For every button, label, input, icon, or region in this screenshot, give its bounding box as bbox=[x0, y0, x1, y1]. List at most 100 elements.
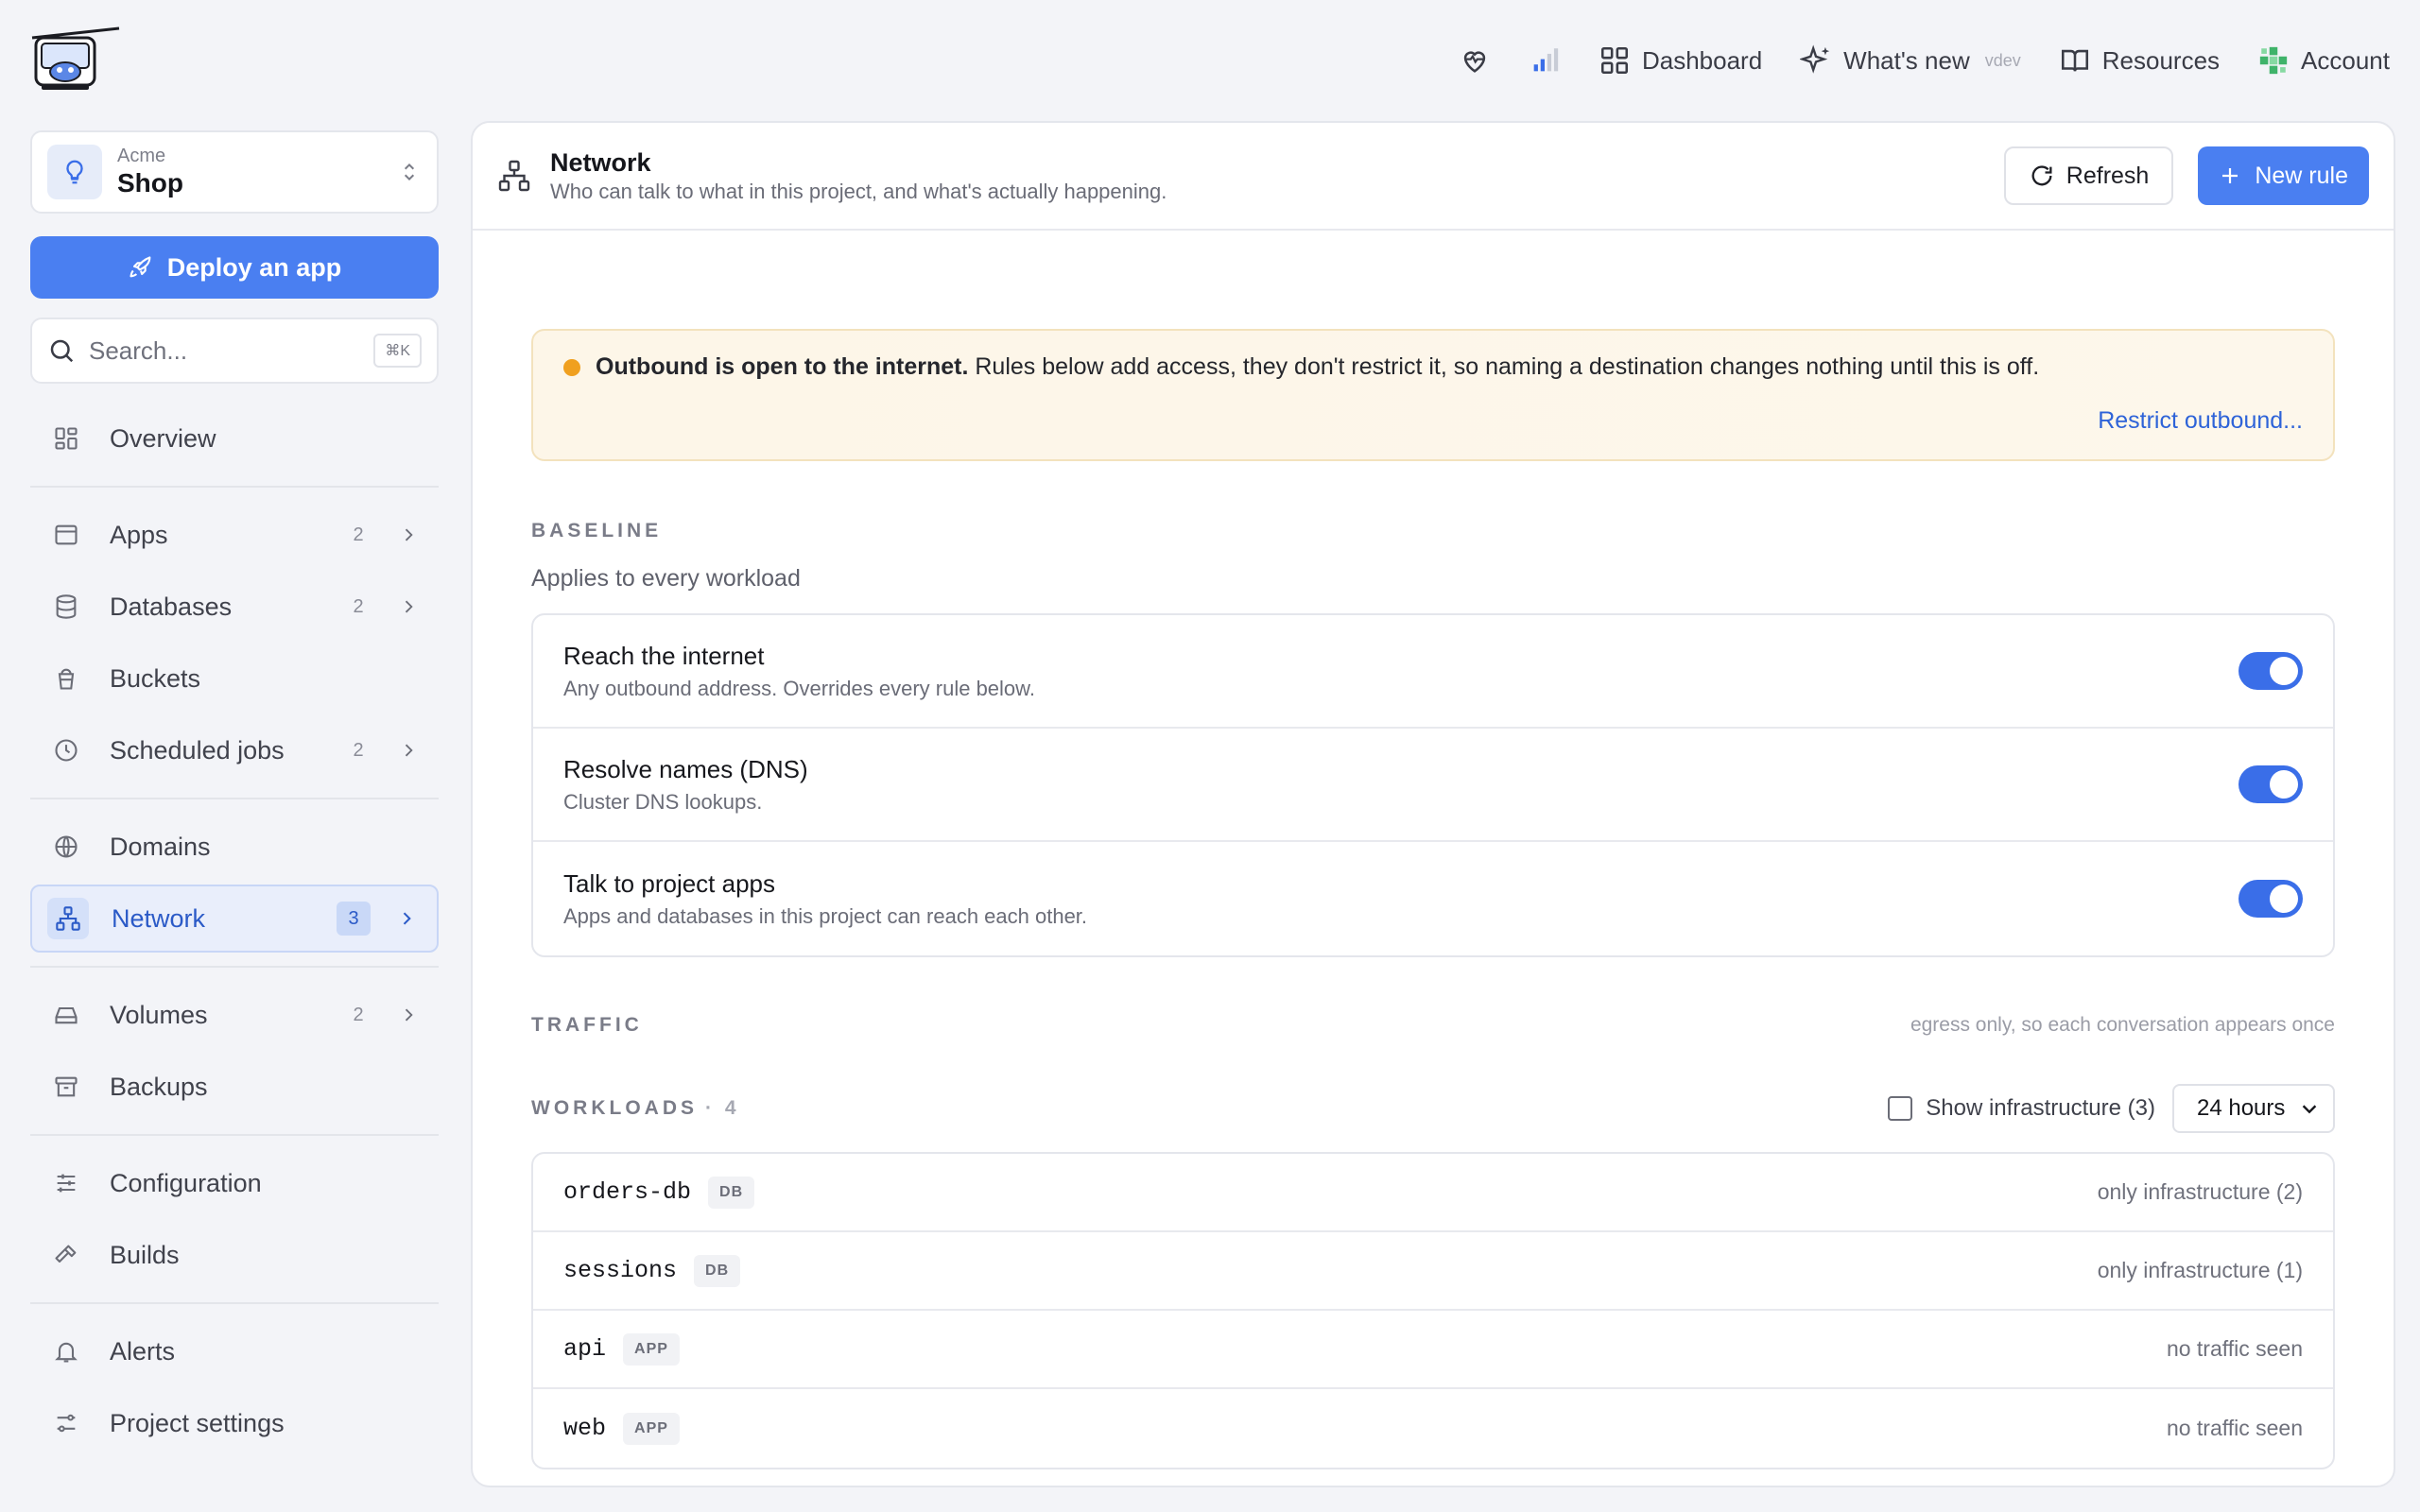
show-infrastructure-checkbox[interactable]: Show infrastructure (3) bbox=[1888, 1095, 2155, 1122]
search-input[interactable]: Search... ⌘K bbox=[30, 318, 439, 384]
page-content: Outbound is open to the internet. Rules … bbox=[473, 329, 2394, 1469]
dns-toggle[interactable] bbox=[2238, 765, 2303, 803]
workload-row[interactable]: api APP no traffic seen bbox=[533, 1311, 2333, 1389]
sidebar-item-label: Builds bbox=[110, 1240, 180, 1269]
page-header: Network Who can talk to what in this pro… bbox=[473, 123, 2394, 231]
health-link[interactable] bbox=[1459, 44, 1491, 77]
baseline-section-label: BASELINE bbox=[531, 520, 663, 541]
workload-type-badge: APP bbox=[623, 1412, 680, 1445]
refresh-icon bbox=[2031, 165, 2052, 186]
chevron-down-icon bbox=[2302, 1105, 2317, 1114]
time-range-value: 24 hours bbox=[2197, 1095, 2286, 1121]
new-rule-label: New rule bbox=[2255, 162, 2348, 189]
globe-icon bbox=[55, 835, 78, 858]
workloads-list: orders-db DB only infrastructure (2) ses… bbox=[531, 1152, 2335, 1469]
app-logo[interactable] bbox=[28, 26, 123, 94]
workload-name: web bbox=[563, 1415, 607, 1442]
sidebar-item-domains[interactable]: Domains bbox=[30, 813, 439, 881]
chevron-right-icon bbox=[405, 1008, 413, 1022]
divider bbox=[30, 1134, 439, 1136]
baseline-row-project-apps: Talk to project apps Apps and databases … bbox=[533, 842, 2333, 955]
chevron-right-icon bbox=[403, 912, 411, 925]
sidebar-item-label: Databases bbox=[110, 592, 233, 621]
search-placeholder: Search... bbox=[89, 335, 188, 365]
baseline-row-title: Talk to project apps bbox=[563, 869, 776, 898]
sidebar-item-overview[interactable]: Overview bbox=[30, 404, 439, 472]
page-title: Network bbox=[550, 148, 651, 177]
resources-link[interactable]: Resources bbox=[2059, 44, 2220, 77]
project-apps-toggle[interactable] bbox=[2238, 880, 2303, 918]
project-switcher[interactable]: Acme Shop bbox=[30, 130, 439, 214]
sidebar-item-buckets[interactable]: Buckets bbox=[30, 644, 439, 713]
warning-title: Outbound is open to the internet. bbox=[596, 353, 969, 380]
baseline-row-dns: Resolve names (DNS) Cluster DNS lookups. bbox=[533, 729, 2333, 842]
sidebar-item-label: Buckets bbox=[110, 663, 201, 693]
chevron-right-icon bbox=[405, 600, 413, 613]
database-icon bbox=[56, 594, 77, 619]
top-navigation: Dashboard What's new vdev Resources Acco… bbox=[1421, 40, 2390, 81]
sidebar-item-scheduled-jobs[interactable]: Scheduled jobs 2 bbox=[30, 716, 439, 784]
account-link[interactable]: Account bbox=[2257, 44, 2390, 77]
sidebar-item-count: 2 bbox=[353, 524, 364, 545]
sidebar-item-count: 2 bbox=[353, 595, 364, 617]
hammer-icon bbox=[55, 1245, 77, 1263]
chevron-up-down-icon bbox=[404, 163, 415, 180]
dashboard-link[interactable]: Dashboard bbox=[1599, 44, 1762, 77]
sidebar-item-configuration[interactable]: Configuration bbox=[30, 1149, 439, 1217]
refresh-label: Refresh bbox=[2066, 162, 2150, 189]
sidebar-item-label: Configuration bbox=[110, 1168, 262, 1197]
version-label: vdev bbox=[1984, 50, 2021, 70]
sidebar-item-backups[interactable]: Backups bbox=[30, 1053, 439, 1121]
sidebar-item-builds[interactable]: Builds bbox=[30, 1221, 439, 1289]
workload-row[interactable]: orders-db DB only infrastructure (2) bbox=[533, 1154, 2333, 1232]
deploy-app-label: Deploy an app bbox=[166, 252, 342, 282]
sidebar-item-label: Alerts bbox=[110, 1336, 176, 1366]
workload-status: only infrastructure (2) bbox=[2097, 1179, 2303, 1204]
window-icon bbox=[55, 524, 78, 545]
workload-status: only infrastructure (1) bbox=[2097, 1258, 2303, 1282]
bell-icon bbox=[55, 1342, 78, 1363]
traffic-header: TRAFFIC egress only, so each conversatio… bbox=[531, 1014, 2335, 1037]
signal-link[interactable] bbox=[1529, 44, 1561, 77]
workload-row[interactable]: sessions DB only infrastructure (1) bbox=[533, 1232, 2333, 1311]
workload-type-badge: DB bbox=[708, 1176, 755, 1209]
time-range-select[interactable]: 24 hours bbox=[2172, 1084, 2335, 1133]
sidebar-item-label: Project settings bbox=[110, 1408, 285, 1437]
baseline-toggles: Reach the internet Any outbound address.… bbox=[531, 613, 2335, 957]
sidebar-item-volumes[interactable]: Volumes 2 bbox=[30, 981, 439, 1049]
sidebar-item-label: Backups bbox=[110, 1072, 208, 1101]
sidebar-item-label: Scheduled jobs bbox=[110, 735, 285, 765]
plus-icon bbox=[2222, 168, 2238, 183]
account-label: Account bbox=[2301, 45, 2390, 75]
project-org: Acme bbox=[117, 146, 166, 166]
sidebar-item-network[interactable]: Network 3 bbox=[30, 885, 439, 953]
sidebar-item-label: Domains bbox=[110, 832, 211, 861]
whats-new-link[interactable]: What's new vdev bbox=[1800, 44, 2021, 77]
new-rule-button[interactable]: New rule bbox=[2198, 146, 2369, 205]
baseline-section-subtitle: Applies to every workload bbox=[531, 565, 801, 592]
sidebar-item-apps[interactable]: Apps 2 bbox=[30, 501, 439, 569]
warning-text: Rules below add access, they don't restr… bbox=[968, 353, 2040, 380]
restrict-outbound-link[interactable]: Restrict outbound... bbox=[2098, 407, 2303, 435]
network-icon bbox=[47, 898, 89, 939]
bucket-icon bbox=[58, 668, 75, 690]
outbound-warning-banner: Outbound is open to the internet. Rules … bbox=[531, 329, 2335, 461]
workloads-label: WORKLOADS bbox=[531, 1097, 698, 1119]
internet-toggle[interactable] bbox=[2238, 652, 2303, 690]
sidebar-item-project-settings[interactable]: Project settings bbox=[30, 1389, 439, 1457]
deploy-app-button[interactable]: Deploy an app bbox=[30, 236, 439, 299]
baseline-row-internet: Reach the internet Any outbound address.… bbox=[533, 615, 2333, 729]
drive-icon bbox=[55, 1006, 78, 1024]
warning-dot-icon bbox=[563, 359, 580, 377]
project-name: Shop bbox=[117, 168, 183, 198]
sidebar-item-alerts[interactable]: Alerts bbox=[30, 1317, 439, 1385]
dashboard-grid-icon bbox=[1600, 46, 1628, 75]
divider bbox=[30, 966, 439, 968]
baseline-row-title: Resolve names (DNS) bbox=[563, 755, 808, 783]
sidebar-item-databases[interactable]: Databases 2 bbox=[30, 573, 439, 641]
refresh-button[interactable]: Refresh bbox=[2003, 146, 2174, 205]
workload-row[interactable]: web APP no traffic seen bbox=[533, 1389, 2333, 1468]
traffic-note: egress only, so each conversation appear… bbox=[1910, 1014, 2335, 1036]
heart-pulse-icon bbox=[1463, 51, 1486, 73]
dashboard-label: Dashboard bbox=[1641, 45, 1763, 75]
